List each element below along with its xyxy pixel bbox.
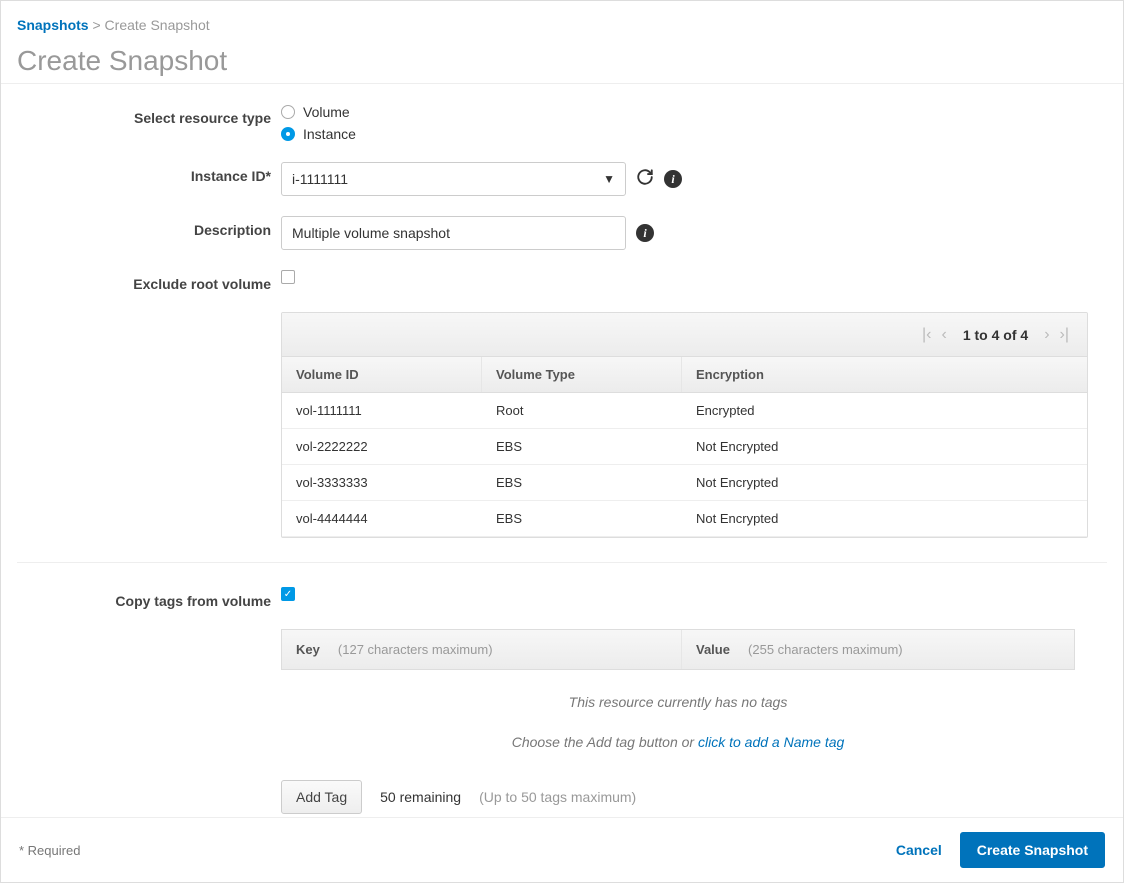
tags-max-hint: (Up to 50 tags maximum) bbox=[479, 789, 636, 805]
cell-encryption: Not Encrypted bbox=[682, 501, 1087, 536]
cancel-button[interactable]: Cancel bbox=[896, 842, 942, 858]
tags-empty-prefix: Choose the Add tag button or bbox=[512, 734, 694, 750]
tags-value-label: Value bbox=[696, 642, 730, 657]
description-input[interactable]: Multiple volume snapshot bbox=[281, 216, 626, 250]
tags-key-hint: (127 characters maximum) bbox=[338, 642, 493, 657]
cell-volume-type: EBS bbox=[482, 465, 682, 500]
info-icon[interactable]: i bbox=[664, 170, 682, 188]
instance-id-select[interactable]: i-1111111 ▼ bbox=[281, 162, 626, 196]
refresh-button[interactable] bbox=[636, 168, 654, 191]
breadcrumb-current: Create Snapshot bbox=[105, 17, 210, 33]
cell-volume-id: vol-4444444 bbox=[282, 501, 482, 536]
tags-table-header: Key (127 characters maximum) Value (255 … bbox=[281, 629, 1075, 670]
table-row[interactable]: vol-4444444EBSNot Encrypted bbox=[282, 501, 1087, 537]
resource-type-instance-option[interactable]: Instance bbox=[281, 126, 356, 142]
volumes-table: |‹ ‹ 1 to 4 of 4 › ›| Volume ID Volume T… bbox=[281, 312, 1088, 538]
create-snapshot-page: Snapshots > Create Snapshot Create Snaps… bbox=[0, 0, 1124, 883]
cell-volume-id: vol-3333333 bbox=[282, 465, 482, 500]
exclude-root-label: Exclude root volume bbox=[1, 270, 281, 292]
col-header-volume-type[interactable]: Volume Type bbox=[482, 357, 682, 392]
volumes-table-body: vol-1111111RootEncryptedvol-2222222EBSNo… bbox=[282, 393, 1087, 537]
radio-label: Instance bbox=[303, 126, 356, 142]
pager-first-icon[interactable]: |‹ bbox=[922, 326, 931, 344]
add-tag-button[interactable]: Add Tag bbox=[281, 780, 362, 814]
breadcrumb-parent-link[interactable]: Snapshots bbox=[17, 17, 89, 33]
info-icon[interactable]: i bbox=[636, 224, 654, 242]
tags-remaining: 50 remaining bbox=[380, 789, 461, 805]
cell-encryption: Encrypted bbox=[682, 393, 1087, 428]
required-hint: * Required bbox=[19, 843, 80, 858]
instance-id-value: i-1111111 bbox=[292, 171, 348, 187]
cell-encryption: Not Encrypted bbox=[682, 429, 1087, 464]
pager-next-icon[interactable]: › bbox=[1044, 326, 1049, 344]
volumes-table-header: Volume ID Volume Type Encryption bbox=[282, 357, 1087, 393]
copy-tags-label: Copy tags from volume bbox=[1, 587, 281, 609]
tags-empty-message-2: Choose the Add tag button or click to ad… bbox=[281, 734, 1075, 750]
instance-id-label: Instance ID* bbox=[1, 162, 281, 184]
table-row[interactable]: vol-2222222EBSNot Encrypted bbox=[282, 429, 1087, 465]
table-pager: |‹ ‹ 1 to 4 of 4 › ›| bbox=[282, 313, 1087, 357]
radio-label: Volume bbox=[303, 104, 350, 120]
copy-tags-checkbox[interactable]: ✓ bbox=[281, 587, 295, 601]
refresh-icon bbox=[636, 168, 654, 186]
section-divider bbox=[17, 562, 1107, 563]
tags-table: Key (127 characters maximum) Value (255 … bbox=[281, 629, 1075, 750]
cell-volume-type: EBS bbox=[482, 501, 682, 536]
cell-encryption: Not Encrypted bbox=[682, 465, 1087, 500]
tags-col-value: Value (255 characters maximum) bbox=[682, 630, 1074, 669]
description-label: Description bbox=[1, 216, 281, 238]
table-row[interactable]: vol-3333333EBSNot Encrypted bbox=[282, 465, 1087, 501]
cell-volume-id: vol-1111111 bbox=[282, 393, 482, 428]
tags-key-label: Key bbox=[296, 642, 320, 657]
add-name-tag-link[interactable]: click to add a Name tag bbox=[698, 734, 844, 750]
caret-down-icon: ▼ bbox=[603, 172, 615, 186]
col-header-volume-id[interactable]: Volume ID bbox=[282, 357, 482, 392]
col-header-encryption[interactable]: Encryption bbox=[682, 357, 1087, 392]
exclude-root-checkbox[interactable] bbox=[281, 270, 295, 284]
add-tag-row: Add Tag 50 remaining (Up to 50 tags maxi… bbox=[281, 780, 1123, 814]
tags-empty-message-1: This resource currently has no tags bbox=[281, 694, 1075, 710]
resource-type-radio-group: Volume Instance bbox=[281, 104, 356, 142]
pager-prev-icon[interactable]: ‹ bbox=[942, 326, 947, 344]
pager-range: 1 to 4 of 4 bbox=[963, 327, 1028, 343]
create-snapshot-button[interactable]: Create Snapshot bbox=[960, 832, 1105, 868]
description-value: Multiple volume snapshot bbox=[292, 225, 450, 241]
tags-col-key: Key (127 characters maximum) bbox=[282, 630, 682, 669]
cell-volume-id: vol-2222222 bbox=[282, 429, 482, 464]
breadcrumb-separator: > bbox=[92, 17, 100, 33]
radio-icon bbox=[281, 127, 295, 141]
table-row[interactable]: vol-1111111RootEncrypted bbox=[282, 393, 1087, 429]
footer: * Required Cancel Create Snapshot bbox=[1, 817, 1123, 882]
resource-type-volume-option[interactable]: Volume bbox=[281, 104, 356, 120]
resource-type-label: Select resource type bbox=[1, 104, 281, 126]
cell-volume-type: EBS bbox=[482, 429, 682, 464]
pager-last-icon[interactable]: ›| bbox=[1060, 326, 1069, 344]
cell-volume-type: Root bbox=[482, 393, 682, 428]
radio-icon bbox=[281, 105, 295, 119]
form-area: Select resource type Volume Instance Ins… bbox=[1, 84, 1123, 814]
page-title: Create Snapshot bbox=[17, 45, 1107, 77]
breadcrumb: Snapshots > Create Snapshot bbox=[1, 1, 1123, 33]
tags-value-hint: (255 characters maximum) bbox=[748, 642, 903, 657]
